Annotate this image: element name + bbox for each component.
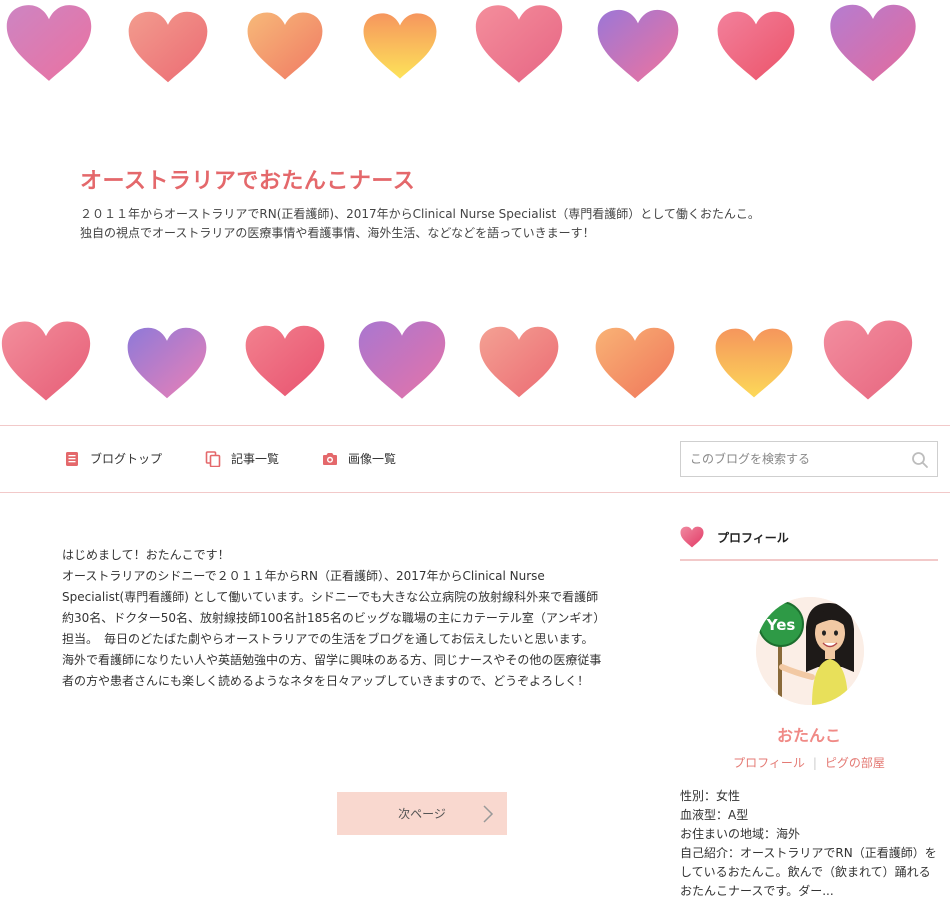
intro-paragraph: はじめまして！おたんこです！ (62, 548, 230, 562)
nav-article-list[interactable]: 記事一覧 (205, 450, 279, 467)
search-icon[interactable] (911, 451, 929, 469)
next-page-button[interactable]: 次ページ (337, 792, 507, 835)
profile-region: お住まいの地域：海外 (680, 827, 801, 841)
heart-icon (715, 328, 793, 398)
nav-label: 記事一覧 (231, 452, 280, 466)
document-icon (66, 451, 78, 466)
nav-image-list[interactable]: 画像一覧 (322, 450, 396, 467)
heart-icon (127, 327, 207, 399)
chevron-right-icon (483, 805, 494, 823)
profile-heading: プロフィール (717, 530, 789, 545)
header-hearts-bottom (0, 312, 950, 422)
profile-intro-text: はじめまして！おたんこです！ オーストラリアのシドニーで２０１１年からRN（正看… (62, 545, 602, 692)
nav-label: ブログトップ (90, 452, 163, 466)
blog-nav: ブログトップ 記事一覧 画像一覧 (0, 425, 950, 493)
heart-icon (475, 5, 563, 83)
next-page-label: 次ページ (398, 807, 446, 821)
avatar[interactable]: Yes (756, 597, 864, 705)
heart-icon (363, 13, 437, 79)
nav-label: 画像一覧 (348, 452, 397, 466)
heart-icon (479, 326, 559, 398)
avatar-image: Yes (756, 597, 864, 705)
nav-blog-top[interactable]: ブログトップ (64, 450, 162, 467)
heart-icon (358, 321, 446, 399)
profile-links: プロフィール | ピグの部屋 (680, 754, 938, 771)
heart-icon (830, 4, 916, 82)
heart-icon (823, 320, 913, 400)
link-divider: | (812, 756, 817, 770)
sidebar-profile: プロフィール Yes おたんこ プロフィール | ピグの部屋 性別：女性 血液型… (680, 515, 938, 898)
search-input[interactable] (681, 442, 901, 476)
heart-icon (595, 327, 675, 399)
pigg-room-link[interactable]: ピグの部屋 (825, 756, 885, 770)
profile-link[interactable]: プロフィール (733, 756, 805, 770)
profile-info: 性別：女性 血液型：A型 お住まいの地域：海外 自己紹介：オーストラリアでRN（… (680, 787, 938, 900)
heart-icon (597, 9, 679, 83)
heart-icon (1, 321, 91, 401)
blog-description: ２０１１年からオーストラリアでRN(正看護師)、2017年からClinical … (80, 207, 760, 240)
profile-gender: 性別：女性 (680, 789, 741, 803)
header-hearts-top (0, 0, 950, 110)
blog-title[interactable]: オーストラリアでおたんこナース (80, 163, 415, 195)
profile-blood-type: 血液型：A型 (680, 808, 749, 822)
intro-paragraph: オーストラリアのシドニーで２０１１年からRN（正看護師）、2017年からClin… (62, 569, 600, 646)
heart-icon (717, 11, 795, 81)
heart-icon (128, 11, 208, 83)
avatar-sign-text: Yes (766, 616, 796, 634)
profile-nickname[interactable]: おたんこ (680, 722, 938, 746)
camera-icon (323, 452, 337, 465)
pages-icon (205, 450, 221, 467)
search-box (680, 441, 938, 477)
profile-bio: 自己紹介：オーストラリアでRN（正看護師）をしているおたんこ。飲んで（飲まれて）… (680, 846, 937, 898)
intro-paragraph: 海外で看護師になりたい人や英語勉強中の方、留学に興味のある方、同じナースやその他… (62, 653, 602, 688)
heart-icon (245, 325, 325, 397)
profile-header: プロフィール (680, 515, 938, 561)
heart-icon (247, 12, 323, 80)
heart-icon (680, 526, 704, 548)
heart-icon (6, 5, 92, 81)
